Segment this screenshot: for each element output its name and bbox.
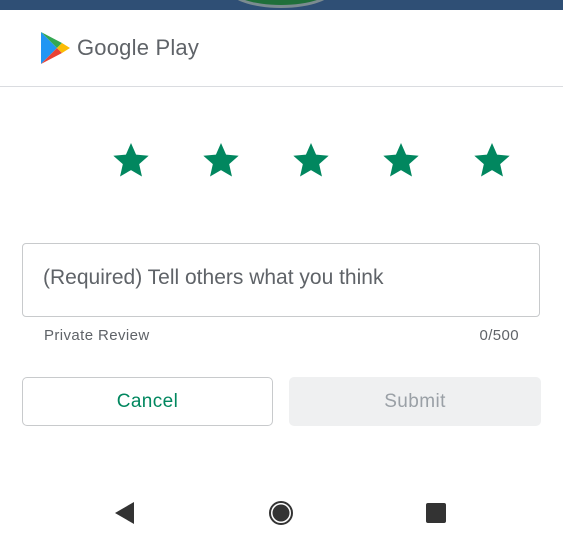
- home-circle-icon[interactable]: [266, 498, 296, 528]
- review-meta: Private Review 0/500: [44, 327, 519, 347]
- star-3-icon[interactable]: [291, 140, 331, 180]
- private-review-label: Private Review: [44, 327, 150, 344]
- star-rating[interactable]: [0, 140, 563, 186]
- submit-button[interactable]: Submit: [289, 377, 541, 426]
- cancel-button[interactable]: Cancel: [22, 377, 273, 426]
- char-counter: 0/500: [479, 327, 519, 344]
- app-icon-edge: [226, 0, 336, 8]
- star-1-icon[interactable]: [111, 140, 151, 180]
- star-5-icon[interactable]: [472, 140, 512, 180]
- google-play-logo-icon: [41, 32, 70, 64]
- header: Google Play: [0, 10, 563, 87]
- star-2-icon[interactable]: [201, 140, 241, 180]
- brand-name: Google Play: [77, 35, 200, 60]
- background-strip: [0, 0, 563, 10]
- review-textarea[interactable]: [43, 266, 513, 298]
- recents-square-icon[interactable]: [421, 498, 451, 528]
- review-dialog: Google Play Private Review 0/500 Cancel …: [0, 0, 563, 545]
- back-triangle-icon[interactable]: [110, 498, 140, 528]
- review-input-box[interactable]: [22, 243, 540, 317]
- star-4-icon[interactable]: [381, 140, 421, 180]
- android-nav-bar: [0, 488, 563, 536]
